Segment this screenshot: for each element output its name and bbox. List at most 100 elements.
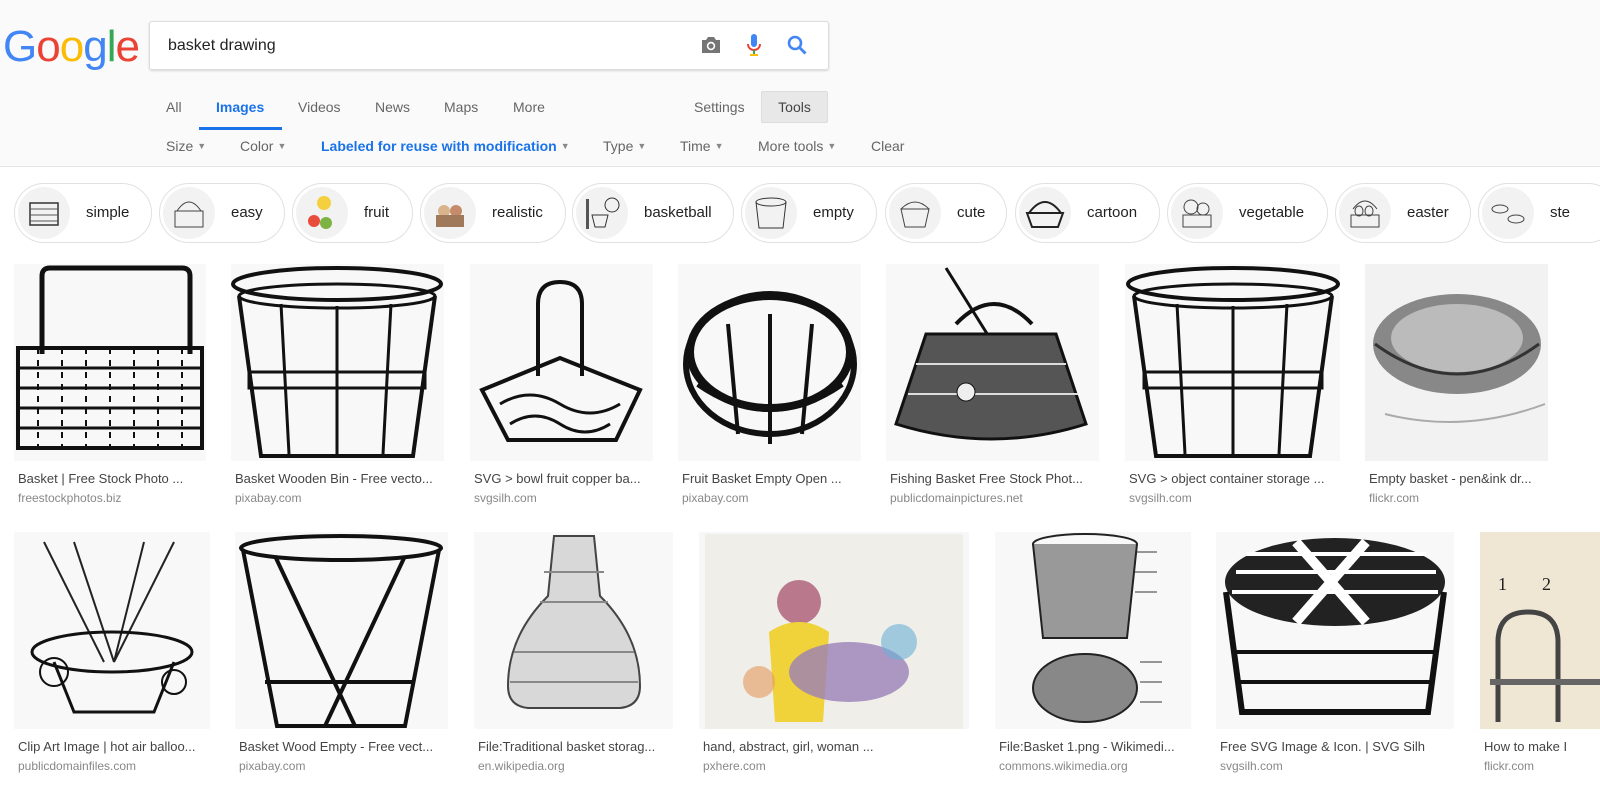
result-title: How to make I xyxy=(1484,739,1568,754)
image-result[interactable]: Fruit Basket Empty Open ... pixabay.com xyxy=(678,264,861,509)
result-title: SVG > object container storage ... xyxy=(1129,471,1325,486)
logo-letter: o xyxy=(36,22,61,71)
logo-letter: g xyxy=(83,22,108,71)
camera-icon[interactable] xyxy=(698,32,724,58)
chip-empty[interactable]: empty xyxy=(741,183,877,243)
caret-down-icon: ▼ xyxy=(827,141,837,151)
settings-link[interactable]: Settings xyxy=(694,99,745,115)
chip-thumbnail xyxy=(18,187,70,239)
result-source: freestockphotos.biz xyxy=(18,491,122,505)
image-result[interactable]: hand, abstract, girl, woman ... pxhere.c… xyxy=(699,532,969,777)
image-result[interactable]: Basket Wooden Bin - Free vecto... pixaba… xyxy=(231,264,444,509)
chip-cute[interactable]: cute xyxy=(885,183,1007,243)
tools-button[interactable]: Tools xyxy=(761,91,828,123)
chip-realistic[interactable]: realistic xyxy=(420,183,566,243)
result-thumbnail xyxy=(235,532,448,729)
tab-maps[interactable]: Maps xyxy=(444,99,478,132)
caret-down-icon: ▼ xyxy=(714,141,724,151)
chip-ste[interactable]: ste xyxy=(1478,183,1600,243)
chip-label: ste xyxy=(1550,204,1571,221)
result-title: Basket Wood Empty - Free vect... xyxy=(239,739,434,754)
tab-news[interactable]: News xyxy=(375,99,410,132)
result-thumbnail xyxy=(1125,264,1340,461)
result-thumbnail xyxy=(14,264,206,461)
chip-fruit[interactable]: fruit xyxy=(292,183,413,243)
caret-down-icon: ▼ xyxy=(637,141,647,151)
image-result[interactable]: Clip Art Image | hot air balloo... publi… xyxy=(14,532,210,777)
chip-label: vegetable xyxy=(1239,204,1305,221)
result-thumbnail xyxy=(231,264,444,461)
image-result[interactable]: Basket | Free Stock Photo ... freestockp… xyxy=(14,264,206,509)
result-source: svgsilh.com xyxy=(1129,491,1192,505)
result-source: pixabay.com xyxy=(682,491,749,505)
result-title: SVG > bowl fruit copper ba... xyxy=(474,471,641,486)
result-thumbnail xyxy=(14,532,210,729)
filter-color[interactable]: Color ▼ xyxy=(240,138,286,154)
clear-filters-link[interactable]: Clear xyxy=(871,138,904,154)
result-thumbnail xyxy=(995,532,1191,729)
result-title: File:Basket 1.png - Wikimedi... xyxy=(999,739,1175,754)
chip-label: empty xyxy=(813,204,854,221)
result-title: Empty basket - pen&ink dr... xyxy=(1369,471,1532,486)
tab-more[interactable]: More xyxy=(513,99,545,132)
tab-all[interactable]: All xyxy=(166,99,182,132)
header-bar: Google All Images Videos News Maps More … xyxy=(0,0,1600,167)
chip-label: basketball xyxy=(644,204,712,221)
result-source: pxhere.com xyxy=(703,759,766,773)
chip-vegetable[interactable]: vegetable xyxy=(1167,183,1328,243)
image-result[interactable]: Fishing Basket Free Stock Phot... public… xyxy=(886,264,1099,509)
active-tab-indicator xyxy=(199,127,282,130)
chip-label: simple xyxy=(86,204,130,221)
caret-down-icon: ▼ xyxy=(197,141,207,151)
image-result[interactable]: File:Basket 1.png - Wikimedi... commons.… xyxy=(995,532,1191,777)
image-result[interactable]: File:Traditional basket storag... en.wik… xyxy=(474,532,673,777)
filter-label: Type xyxy=(603,138,634,154)
search-icon[interactable] xyxy=(784,32,810,58)
result-title: Fishing Basket Free Stock Phot... xyxy=(890,471,1083,486)
result-thumbnail xyxy=(1216,532,1454,729)
result-source: svgsilh.com xyxy=(474,491,537,505)
filter-label: Time xyxy=(680,138,711,154)
chip-label: cartoon xyxy=(1087,204,1138,221)
filter-more-tools[interactable]: More tools ▼ xyxy=(758,138,836,154)
image-result[interactable]: Free SVG Image & Icon. | SVG Silh svgsil… xyxy=(1216,532,1454,777)
image-result[interactable]: Empty basket - pen&ink dr... flickr.com xyxy=(1365,264,1548,509)
filter-type[interactable]: Type ▼ xyxy=(603,138,646,154)
logo-letter: G xyxy=(3,22,37,71)
result-source: commons.wikimedia.org xyxy=(999,759,1128,773)
chip-thumbnail xyxy=(1019,187,1071,239)
google-logo[interactable]: Google xyxy=(3,22,140,72)
result-source: flickr.com xyxy=(1484,759,1535,773)
image-result[interactable]: 1 2 How to make I flickr.com xyxy=(1480,532,1600,777)
chip-thumbnail xyxy=(1171,187,1223,239)
chip-easter[interactable]: easter xyxy=(1335,183,1471,243)
logo-letter: l xyxy=(106,22,117,71)
chip-basketball[interactable]: basketball xyxy=(572,183,734,243)
result-thumbnail xyxy=(699,532,969,729)
image-result[interactable]: Basket Wood Empty - Free vect... pixabay… xyxy=(235,532,448,777)
result-thumbnail xyxy=(678,264,861,461)
tab-videos[interactable]: Videos xyxy=(298,99,341,132)
chip-thumbnail xyxy=(745,187,797,239)
result-source: svgsilh.com xyxy=(1220,759,1283,773)
result-source: pixabay.com xyxy=(239,759,306,773)
result-title: Free SVG Image & Icon. | SVG Silh xyxy=(1220,739,1425,754)
caret-down-icon: ▼ xyxy=(560,141,570,151)
logo-letter: o xyxy=(59,22,85,71)
image-result[interactable]: SVG > object container storage ... svgsi… xyxy=(1125,264,1340,509)
image-result[interactable]: SVG > bowl fruit copper ba... svgsilh.co… xyxy=(470,264,653,509)
filter-time[interactable]: Time ▼ xyxy=(680,138,724,154)
chip-cartoon[interactable]: cartoon xyxy=(1015,183,1160,243)
chip-label: realistic xyxy=(492,204,543,221)
result-title: Basket | Free Stock Photo ... xyxy=(18,471,184,486)
result-source: pixabay.com xyxy=(235,491,302,505)
microphone-icon[interactable] xyxy=(741,32,767,58)
result-thumbnail: 1 2 xyxy=(1480,532,1600,729)
chip-simple[interactable]: simple xyxy=(14,183,152,243)
search-input[interactable] xyxy=(166,33,690,59)
chip-easy[interactable]: easy xyxy=(159,183,285,243)
chip-label: easter xyxy=(1407,204,1449,221)
result-title: hand, abstract, girl, woman ... xyxy=(703,739,874,754)
filter-size[interactable]: Size ▼ xyxy=(166,138,206,154)
filter-usage-rights[interactable]: Labeled for reuse with modification ▼ xyxy=(321,138,570,154)
